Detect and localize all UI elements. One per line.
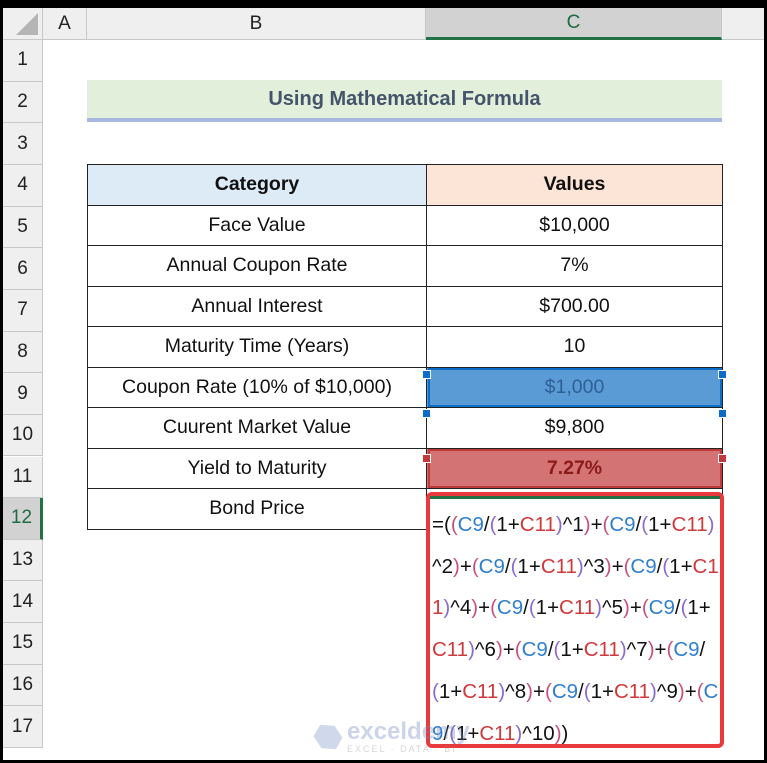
row-header-4[interactable]: 4 xyxy=(3,164,43,207)
value-cell[interactable]: 10 xyxy=(426,326,723,368)
watermark-tagline: EXCEL · DATA · BI xyxy=(347,744,457,754)
category-cell[interactable]: Cuurent Market Value xyxy=(87,407,427,449)
exceldemy-logo-icon xyxy=(310,719,346,755)
row-header-14[interactable]: 14 xyxy=(3,581,43,624)
selection-handle[interactable] xyxy=(718,370,727,379)
value-cell[interactable]: $10,000 xyxy=(426,204,723,246)
formula-text: =((C9/(1+C11)^1)+(C9/(1+C11)^2)+(C9/(1+C… xyxy=(432,513,719,745)
row-header-5[interactable]: 5 xyxy=(3,206,43,249)
selection-handle[interactable] xyxy=(422,454,431,463)
value-cell[interactable]: 7% xyxy=(426,245,723,287)
row-header-12[interactable]: 12 xyxy=(3,498,43,540)
row-header-16[interactable]: 16 xyxy=(3,664,43,707)
value-cell[interactable]: $9,800 xyxy=(426,407,723,449)
row-header-9[interactable]: 9 xyxy=(3,373,43,415)
table-row: Yield to Maturity 7.27% xyxy=(87,447,723,489)
selection-handle[interactable] xyxy=(422,409,431,418)
column-header-c[interactable]: C xyxy=(426,8,722,40)
coupon-value-cell-referenced[interactable]: $1,000 xyxy=(426,366,723,408)
select-all-button[interactable] xyxy=(3,8,43,40)
row-header-17[interactable]: 17 xyxy=(3,706,43,749)
table-header-row: Category Values xyxy=(87,164,723,206)
table-row: Face Value $10,000 xyxy=(87,204,723,246)
watermark-name: exceldemy xyxy=(347,718,470,745)
table-row: Annual Coupon Rate 7% xyxy=(87,245,723,287)
row-header-15[interactable]: 15 xyxy=(3,623,43,665)
select-all-triangle-icon xyxy=(16,13,38,35)
column-header-b[interactable]: B xyxy=(87,8,426,40)
row-header-1[interactable]: 1 xyxy=(3,40,43,82)
column-header-a[interactable]: A xyxy=(43,8,87,40)
table-row: Cuurent Market Value $9,800 xyxy=(87,407,723,449)
formula-edit-cell[interactable]: =((C9/(1+C11)^1)+(C9/(1+C11)^2)+(C9/(1+C… xyxy=(426,492,724,748)
selection-handle[interactable] xyxy=(422,370,431,379)
bond-table: Category Values Face Value $10,000 Annual… xyxy=(87,164,723,530)
category-cell[interactable]: Yield to Maturity xyxy=(87,447,427,489)
table-row: Maturity Time (Years) 10 xyxy=(87,326,723,368)
category-cell[interactable]: Coupon Rate (10% of $10,000) xyxy=(87,366,427,408)
category-cell[interactable]: Annual Coupon Rate xyxy=(87,245,427,287)
selection-handle[interactable] xyxy=(718,409,727,418)
table-row: Annual Interest $700.00 xyxy=(87,285,723,327)
row-header-6[interactable]: 6 xyxy=(3,248,43,290)
row-header-8[interactable]: 8 xyxy=(3,331,43,374)
row-header-2[interactable]: 2 xyxy=(3,81,43,124)
sheet-title[interactable]: Using Mathematical Formula xyxy=(87,80,722,122)
category-cell[interactable]: Maturity Time (Years) xyxy=(87,326,427,368)
selection-handle[interactable] xyxy=(718,454,727,463)
category-cell[interactable]: Bond Price xyxy=(87,488,427,530)
value-cell[interactable]: $700.00 xyxy=(426,285,723,327)
row-header-11[interactable]: 11 xyxy=(3,456,43,499)
spreadsheet: A B C 1 2 3 4 5 6 7 8 9 10 11 12 13 14 15 16 17 Using Ma… xyxy=(3,8,764,760)
header-values[interactable]: Values xyxy=(426,164,723,206)
watermark: exceldemy EXCEL · DATA · BI xyxy=(315,720,470,754)
active-cell-indicator xyxy=(430,496,720,499)
row-header-3[interactable]: 3 xyxy=(3,123,43,165)
row-header-10[interactable]: 10 xyxy=(3,414,43,457)
category-cell[interactable]: Face Value xyxy=(87,204,427,246)
ytm-value-cell-referenced[interactable]: 7.27% xyxy=(426,447,723,489)
row-header-7[interactable]: 7 xyxy=(3,289,43,332)
category-cell[interactable]: Annual Interest xyxy=(87,285,427,327)
row-header-13[interactable]: 13 xyxy=(3,539,43,582)
header-category[interactable]: Category xyxy=(87,164,427,206)
table-row: Coupon Rate (10% of $10,000) $1,000 xyxy=(87,366,723,408)
column-header-d[interactable] xyxy=(722,8,764,40)
